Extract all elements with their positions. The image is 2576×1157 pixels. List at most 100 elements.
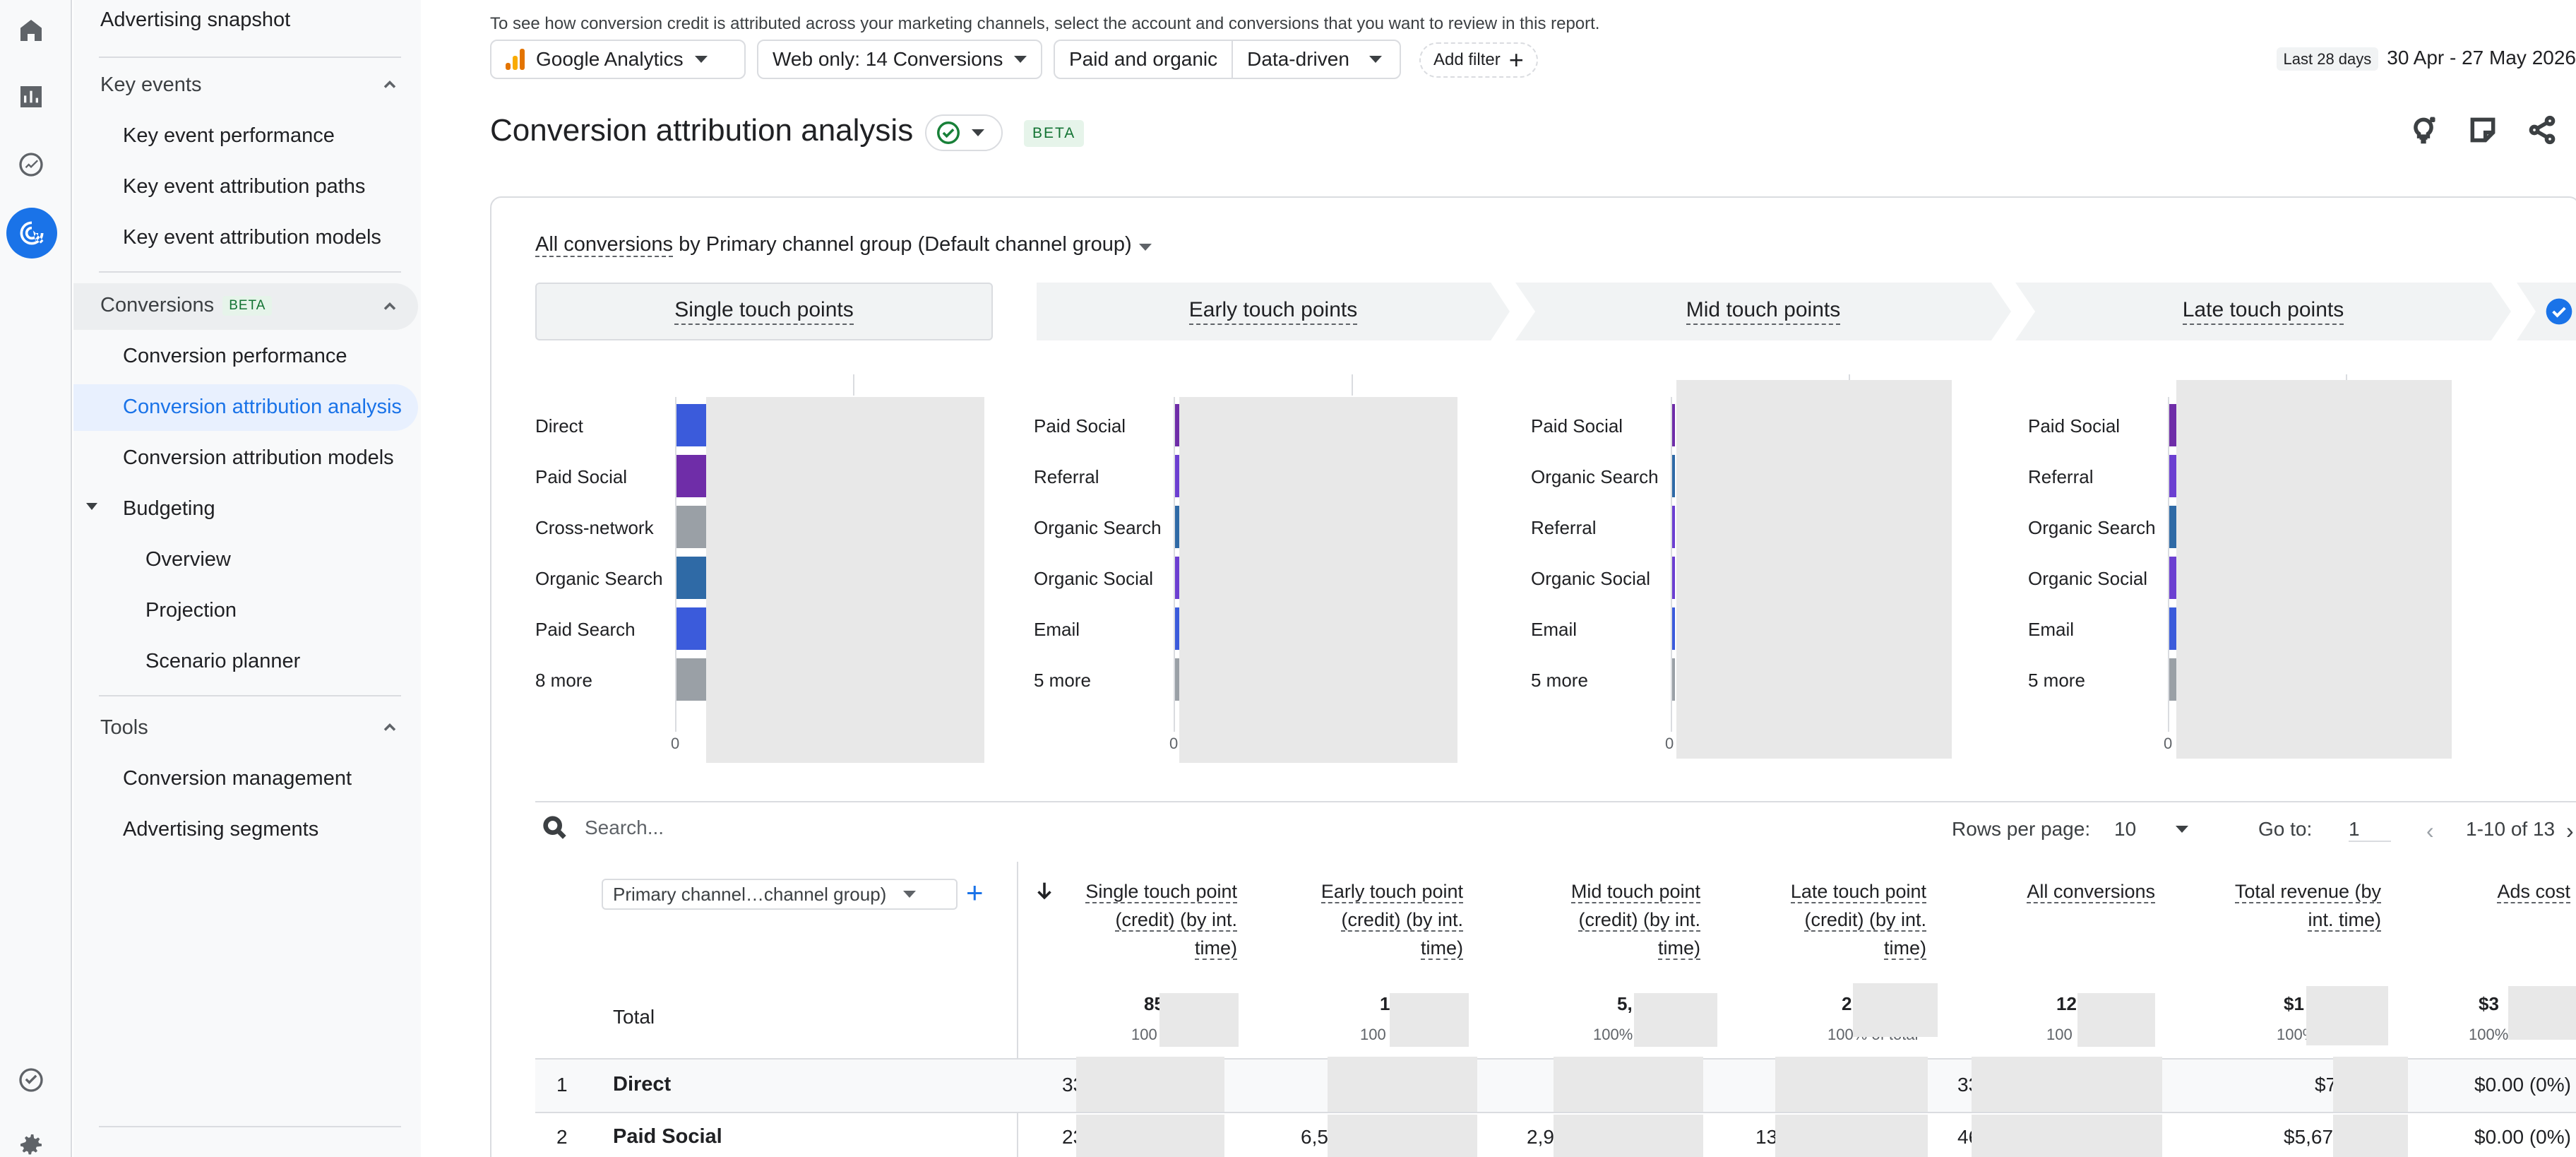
sidebar-section-conversions[interactable]: Conversions BETA	[100, 294, 273, 317]
chart-bar[interactable]	[676, 607, 706, 650]
chart-bar[interactable]	[1672, 404, 1675, 446]
chart-bar[interactable]	[2169, 557, 2176, 599]
chart-bar[interactable]	[676, 506, 706, 548]
chart-bar[interactable]	[1672, 658, 1675, 701]
share-icon[interactable]	[2524, 112, 2560, 148]
sidebar-section-key-events[interactable]: Key events	[100, 73, 201, 97]
chart-bar[interactable]	[676, 404, 706, 446]
admin-check-icon[interactable]	[15, 1064, 47, 1096]
redacted-area	[1179, 397, 1457, 763]
sidebar-section-tools[interactable]: Tools	[100, 716, 148, 740]
sidebar-item-budgeting[interactable]: Budgeting	[123, 497, 215, 521]
chart-bar[interactable]	[2169, 404, 2176, 446]
tab-label: Late touch points	[2182, 298, 2344, 325]
main-content: To see how conversion credit is attribut…	[489, 0, 2576, 1157]
chart-bar[interactable]	[676, 557, 706, 599]
col-header-all-conversions[interactable]: All conversions	[1986, 877, 2155, 906]
chart-bar[interactable]	[1175, 506, 1179, 548]
col-header-single-touch[interactable]: Single touch point (credit) (by int. tim…	[1066, 877, 1237, 962]
advertising-icon[interactable]	[6, 208, 57, 259]
chart-bar[interactable]	[1672, 506, 1675, 548]
sidebar-item-conversion-performance[interactable]: Conversion performance	[123, 345, 347, 368]
sidebar-item-conversion-management[interactable]: Conversion management	[123, 767, 352, 790]
chart-label: Paid Social	[1531, 415, 1623, 437]
sidebar-item-overview[interactable]: Overview	[145, 548, 231, 571]
chevron-up-icon[interactable]	[380, 75, 400, 95]
date-range-picker[interactable]: Last 28 days 30 Apr - 27 May 2026	[2276, 47, 2576, 71]
col-header-line: All conversions	[2027, 881, 2155, 903]
chevron-up-icon[interactable]	[380, 297, 400, 316]
goto-input[interactable]: 1	[2349, 818, 2391, 842]
chart-dimension-selector[interactable]: All conversions by Primary channel group…	[535, 233, 1152, 257]
table-search[interactable]: Search...	[541, 814, 664, 842]
home-icon[interactable]	[15, 14, 47, 47]
explore-icon[interactable]	[15, 148, 47, 181]
chart-bar[interactable]	[1175, 404, 1179, 446]
col-header-mid-touch[interactable]: Mid touch point (credit) (by int. time)	[1517, 877, 1700, 962]
tab-late-touch-points[interactable]: Late touch points	[2015, 283, 2511, 340]
chart-bar[interactable]	[676, 658, 706, 701]
settings-icon[interactable]	[15, 1129, 47, 1157]
conversions-selector[interactable]: Web only: 14 Conversions	[757, 40, 1042, 79]
chart-bar[interactable]	[1175, 658, 1179, 701]
col-header-line: time)	[1884, 937, 1926, 960]
sidebar-item-key-event-performance[interactable]: Key event performance	[123, 124, 335, 148]
sidebar-item-conversion-attribution-analysis[interactable]: Conversion attribution analysis	[123, 396, 402, 419]
tab-mid-touch-points[interactable]: Mid touch points	[1515, 283, 2011, 340]
insights-icon[interactable]	[2405, 112, 2442, 148]
metric-selector[interactable]: All conversions	[535, 233, 674, 257]
rows-per-page-select[interactable]: 10	[2114, 818, 2206, 841]
model-selector[interactable]: Paid and organic Data-driven	[1054, 40, 1401, 79]
chart-label: 5 more	[2028, 670, 2085, 691]
axis-tick-label: 0	[2164, 735, 2173, 752]
chart-label: Direct	[535, 415, 583, 437]
row-number: 2	[556, 1126, 568, 1148]
sidebar-item-scenario-planner[interactable]: Scenario planner	[145, 650, 300, 673]
chart-bar[interactable]	[2169, 506, 2176, 548]
chart-bar[interactable]	[1175, 607, 1179, 650]
chart-bar[interactable]	[1672, 455, 1675, 497]
dropdown-caret-icon[interactable]	[1138, 244, 1152, 251]
caret-down-icon[interactable]	[86, 503, 97, 510]
account-selector[interactable]: Google Analytics	[490, 40, 746, 79]
channel-mode-label[interactable]: Paid and organic	[1055, 41, 1234, 78]
sort-desc-icon[interactable]	[1032, 879, 1056, 906]
row-dimension[interactable]: Direct	[613, 1073, 671, 1096]
sidebar-item-projection[interactable]: Projection	[145, 599, 237, 622]
chart-bar[interactable]	[1175, 455, 1179, 497]
dropdown-caret-icon	[1368, 56, 1382, 63]
chart-bar[interactable]	[1672, 607, 1675, 650]
chart-bar[interactable]	[1672, 557, 1675, 599]
row-dimension[interactable]: Paid Social	[613, 1125, 722, 1149]
chart-bar[interactable]	[1175, 557, 1179, 599]
chevron-up-icon[interactable]	[380, 718, 400, 737]
col-header-ads-cost[interactable]: Ads cost	[2431, 877, 2570, 906]
col-header-line: (credit) (by int.	[1341, 909, 1463, 932]
search-input[interactable]: Search...	[585, 817, 664, 839]
col-header-total-revenue[interactable]: Total revenue (by int. time)	[2198, 877, 2381, 934]
edit-report-icon[interactable]	[2464, 112, 2501, 148]
check-circle-icon	[2546, 298, 2572, 325]
prev-page-icon[interactable]: ‹	[2426, 818, 2434, 844]
sidebar-item-key-event-attribution-models[interactable]: Key event attribution models	[123, 226, 381, 249]
chart-bar[interactable]	[2169, 658, 2176, 701]
chart-early-touch: Paid Social Referral Organic Search Orga…	[1034, 374, 1493, 770]
status-dropdown[interactable]	[925, 114, 1003, 151]
add-dimension-button[interactable]: +	[966, 877, 984, 908]
tab-early-touch-points[interactable]: Early touch points	[1037, 283, 1510, 340]
sidebar-item-conversion-attribution-models[interactable]: Conversion attribution models	[123, 446, 394, 470]
dimension-select[interactable]: Primary channel…channel group)	[602, 879, 958, 910]
model-label[interactable]: Data-driven	[1233, 48, 1349, 71]
sidebar-item-advertising-segments[interactable]: Advertising segments	[123, 818, 318, 841]
reports-icon[interactable]	[15, 81, 47, 113]
add-filter-button[interactable]: Add filter +	[1419, 42, 1538, 78]
chart-bar[interactable]	[2169, 455, 2176, 497]
tab-single-touch-points[interactable]: Single touch points	[535, 283, 993, 340]
col-header-early-touch[interactable]: Early touch point (credit) (by int. time…	[1280, 877, 1463, 962]
col-header-late-touch[interactable]: Late touch point (credit) (by int. time)	[1743, 877, 1926, 962]
sidebar-item-advertising-snapshot[interactable]: Advertising snapshot	[100, 8, 290, 32]
chart-bar[interactable]	[2169, 607, 2176, 650]
next-page-icon[interactable]: ›	[2566, 818, 2574, 844]
chart-bar[interactable]	[676, 455, 706, 497]
sidebar-item-key-event-attribution-paths[interactable]: Key event attribution paths	[123, 175, 365, 198]
